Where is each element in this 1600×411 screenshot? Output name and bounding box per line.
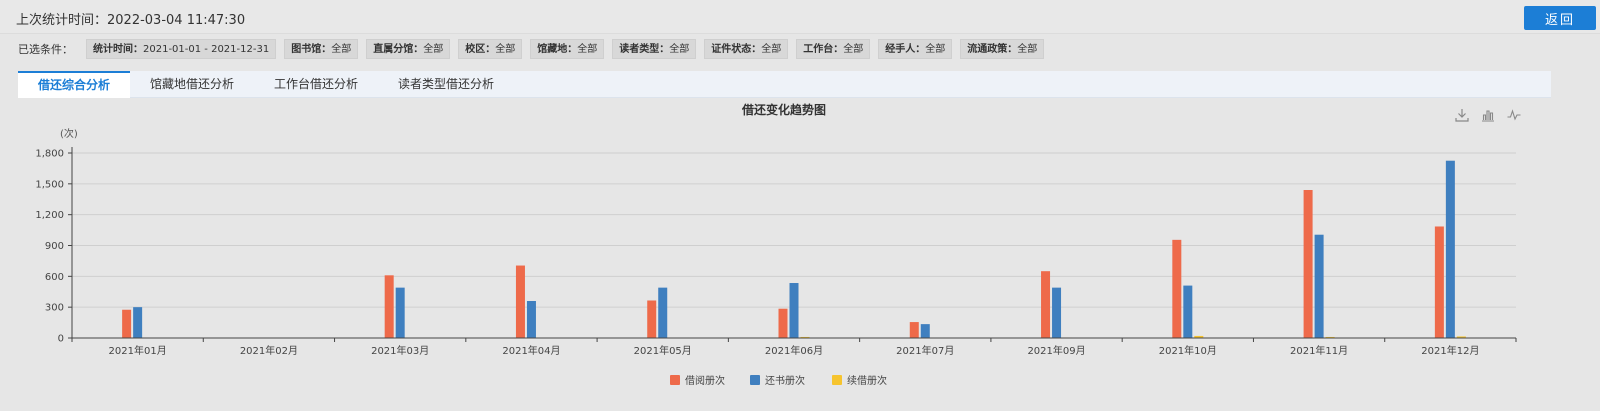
bar-return	[1445, 160, 1455, 338]
bar-return	[1314, 234, 1324, 338]
bar-return	[526, 301, 536, 338]
legend-swatch	[832, 375, 842, 385]
bar-borrow	[384, 275, 394, 338]
x-tick-label: 2021年12月	[1421, 344, 1479, 357]
y-axis-unit-label: (次)	[60, 127, 78, 140]
y-tick-label: 1,800	[35, 149, 64, 160]
filter-chip-key: 直属分馆：	[373, 44, 424, 55]
filter-bar: 已选条件： 统计时间：2021-01-01 - 2021-12-31 图书馆：全…	[0, 37, 1600, 63]
selected-conditions-label: 已选条件：	[18, 43, 73, 56]
filter-chip-branch: 直属分馆：全部	[366, 39, 451, 59]
filter-chip-campus: 校区：全部	[458, 39, 523, 59]
chart-toolbox	[1454, 107, 1522, 123]
filter-chip-reader-type: 读者类型：全部	[612, 39, 697, 59]
x-tick-label: 2021年01月	[109, 344, 167, 357]
trend-chart: 借还变化趋势图 (次) 0 300 600 900 1,200 1,500 1,800 202…	[35, 102, 1517, 387]
bar-return	[920, 324, 930, 338]
filter-chip-value: 全部	[843, 44, 864, 55]
filter-chip-value: 2021-01-01 - 2021-12-31	[143, 44, 270, 55]
bar-borrow	[1172, 239, 1182, 338]
filter-chip-key: 校区：	[465, 44, 496, 55]
legend-swatch	[750, 375, 760, 385]
filter-chip-key: 流通政策：	[967, 44, 1018, 55]
bar-borrow	[647, 300, 657, 338]
x-tick-label: 2021年05月	[634, 344, 692, 357]
filter-chip-key: 图书馆：	[291, 44, 332, 55]
x-tick-label: 2021年03月	[371, 344, 429, 357]
y-tick-label: 1,500	[35, 179, 64, 190]
x-tick-label: 2021年04月	[502, 344, 560, 357]
back-button[interactable]: 返回	[1524, 6, 1596, 30]
x-tick-label: 2021年10月	[1159, 344, 1217, 357]
filter-chip-key: 馆藏地：	[537, 44, 578, 55]
y-tick-label: 1,200	[35, 210, 64, 221]
bar-borrow	[1434, 226, 1444, 338]
last-stat-time-value: 2022-03-04 11:47:30	[107, 13, 246, 28]
x-tick-label: 2021年07月	[896, 344, 954, 357]
line-chart-icon[interactable]	[1506, 107, 1522, 123]
filter-chip-handler: 经手人：全部	[878, 39, 953, 59]
x-tick-label: 2021年06月	[765, 344, 823, 357]
legend-label: 还书册次	[765, 374, 805, 387]
top-bar: 上次统计时间：2022-03-04 11:47:30 返回	[0, 0, 1600, 34]
filter-chip-value: 全部	[423, 44, 444, 55]
chart-legend: 借阅册次 还书册次 续借册次	[670, 374, 887, 387]
bar-return	[789, 283, 799, 338]
filter-chip-collection-location: 馆藏地：全部	[530, 39, 605, 59]
filter-chip-value: 全部	[331, 44, 352, 55]
bar-return	[133, 307, 143, 338]
x-tick-label: 2021年11月	[1290, 344, 1348, 357]
legend-label: 借阅册次	[685, 374, 725, 387]
filter-chip-library: 图书馆：全部	[284, 39, 359, 59]
bar-borrow	[909, 322, 919, 338]
bar-borrow	[1041, 271, 1051, 338]
bar-chart-icon[interactable]	[1480, 107, 1496, 123]
chart-bars	[122, 160, 1466, 338]
filter-chip-circulation-policy: 流通政策：全部	[960, 39, 1045, 59]
bar-return	[1052, 287, 1062, 338]
download-icon[interactable]	[1454, 107, 1470, 123]
filter-chip-value: 全部	[761, 44, 782, 55]
y-tick-label: 0	[58, 334, 64, 345]
y-tick-label: 300	[45, 303, 64, 314]
filter-chip-workstation: 工作台：全部	[796, 39, 871, 59]
last-stat-time: 上次统计时间：2022-03-04 11:47:30	[16, 9, 245, 28]
bar-borrow	[515, 265, 525, 338]
bar-borrow	[778, 308, 788, 338]
x-tick-label: 2021年02月	[240, 344, 298, 357]
filter-chip-value: 全部	[669, 44, 690, 55]
filter-chip-list: 统计时间：2021-01-01 - 2021-12-31 图书馆：全部 直属分馆…	[86, 39, 1045, 59]
filter-chip-value: 全部	[925, 44, 946, 55]
bar-return	[395, 287, 405, 338]
y-tick-label: 900	[45, 241, 64, 252]
bar-return	[658, 287, 668, 338]
bar-borrow	[1303, 190, 1313, 338]
filter-chip-value: 全部	[1017, 44, 1038, 55]
bar-borrow	[122, 309, 132, 338]
chart-title: 借还变化趋势图	[741, 102, 826, 117]
filter-chip-value: 全部	[495, 44, 516, 55]
legend-label: 续借册次	[847, 374, 887, 387]
analysis-panel: 借还综合分析 馆藏地借还分析 工作台借还分析 读者类型借还分析 借还变化趋势图 …	[18, 71, 1586, 407]
filter-chip-key: 证件状态：	[711, 44, 762, 55]
filter-chip-stat-time: 统计时间：2021-01-01 - 2021-12-31	[86, 39, 277, 59]
filter-chip-value: 全部	[577, 44, 598, 55]
filter-chip-key: 统计时间：	[93, 44, 143, 55]
filter-chip-key: 工作台：	[803, 44, 844, 55]
filter-chip-card-status: 证件状态：全部	[704, 39, 789, 59]
legend-swatch	[670, 375, 680, 385]
y-tick-label: 600	[45, 272, 64, 283]
last-stat-time-label: 上次统计时间：	[16, 13, 108, 28]
filter-chip-key: 读者类型：	[619, 44, 670, 55]
chart-axes: 0 300 600 900 1,200 1,500 1,800 2021年01月 2021年02…	[35, 147, 1517, 357]
x-tick-label: 2021年09月	[1027, 344, 1085, 357]
filter-chip-key: 经手人：	[885, 44, 926, 55]
bar-return	[1183, 285, 1193, 338]
